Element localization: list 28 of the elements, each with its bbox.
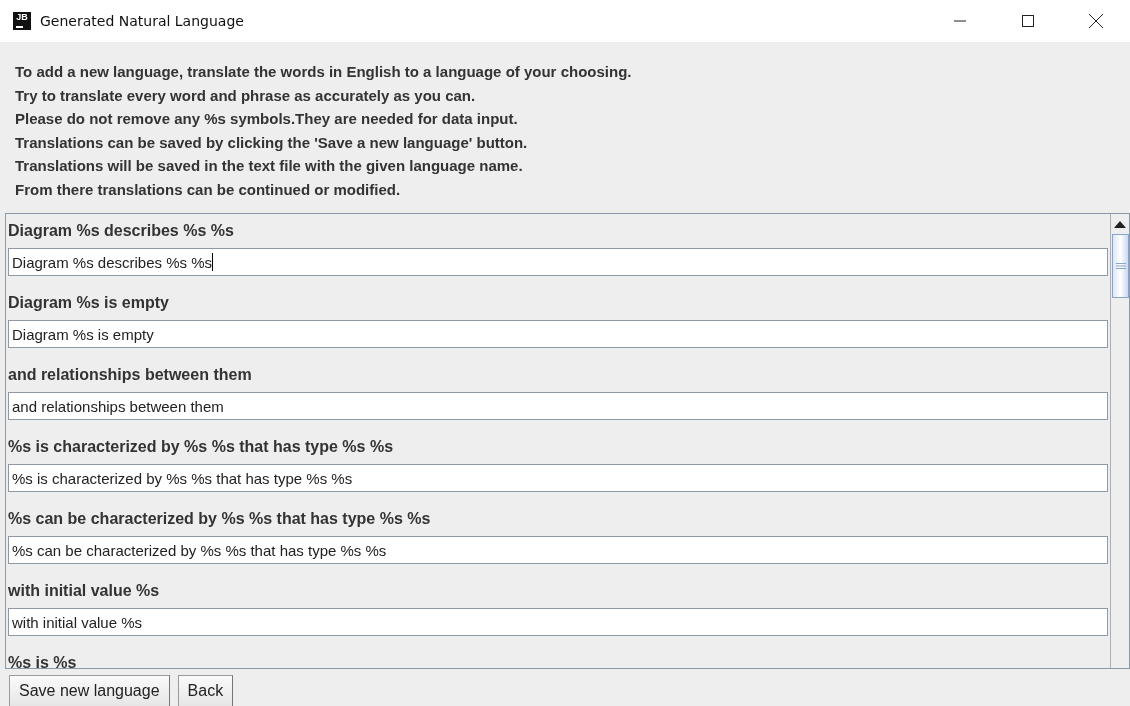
up-arrow-icon — [1114, 220, 1126, 228]
back-button[interactable]: Back — [177, 675, 234, 706]
translation-field[interactable]: %s is characterized by %s %s that has type %s %s — [8, 464, 1108, 492]
instruction-text: Translations can be saved by clicking the 'Save a new language' button. — [15, 132, 529, 153]
grip-icon — [1115, 263, 1126, 269]
close-icon[interactable] — [1088, 13, 1104, 29]
phrase-label: with initial value %s — [8, 581, 161, 601]
translation-field[interactable]: and relationships between them — [8, 392, 1108, 420]
phrase-label: Diagram %s describes %s %s — [8, 221, 235, 241]
maximize-icon[interactable] — [1021, 14, 1035, 28]
phrase-label: %s can be characterized by %s %s that has type %s %s — [8, 509, 432, 529]
instruction-text: Try to translate every word and phrase as accurately as you can. — [15, 85, 477, 106]
translation-field[interactable]: with initial value %s — [8, 608, 1108, 636]
translation-field[interactable]: Diagram %s describes %s %s — [8, 248, 1108, 276]
window-title: Generated Natural Language — [40, 13, 245, 29]
app-icon: JB — [13, 12, 31, 30]
instruction-text: To add a new language, translate the words in English to a language of your choosing. — [15, 62, 633, 82]
instruction-text: Translations will be saved in the text file with the given language name. — [15, 156, 524, 176]
scrollbar-thumb[interactable] — [1112, 234, 1129, 298]
phrase-label: %s is %s — [8, 653, 78, 668]
translation-field[interactable]: Diagram %s is empty — [8, 320, 1108, 348]
phrase-label: %s is characterized by %s %s that has type %s %s — [8, 437, 395, 457]
save-button[interactable]: Save new language — [9, 675, 170, 706]
phrase-label: Diagram %s is empty — [8, 293, 170, 313]
phrase-label: and relationships between them — [8, 365, 253, 385]
instruction-text: Please do not remove any %s symbols.They are needed for data input. — [15, 109, 519, 129]
translation-field[interactable]: %s can be characterized by %s %s that has type %s %s — [8, 536, 1108, 564]
instruction-text: From there translations can be continued or modified. — [15, 179, 402, 200]
